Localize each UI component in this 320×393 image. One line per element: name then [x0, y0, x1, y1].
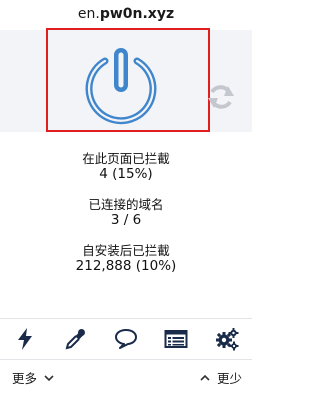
more-button[interactable]: 更多 — [12, 368, 55, 387]
page-hostname: en.pw0n.xyz — [0, 0, 252, 28]
toolbar — [0, 318, 252, 360]
element-picker-button[interactable] — [60, 323, 92, 355]
refresh-icon[interactable] — [206, 82, 236, 112]
logger-button[interactable] — [160, 323, 192, 355]
domains-connected-label: 已连接的域名 — [88, 197, 164, 212]
gears-icon — [215, 328, 239, 351]
eyedropper-icon — [65, 329, 85, 350]
blocked-on-page-label: 在此页面已拦截 — [82, 151, 170, 166]
hostname-domain: pw0n.xyz — [99, 6, 175, 22]
blocked-since-install-label: 自安装后已拦截 — [82, 243, 170, 258]
speech-bubble-icon — [114, 329, 137, 349]
lightning-icon — [18, 328, 33, 350]
hostname-prefix: en. — [77, 6, 100, 22]
chevron-down-icon — [44, 374, 54, 381]
footer: 更多 更少 — [0, 362, 252, 393]
chevron-up-icon — [200, 374, 210, 381]
ublock-popup: en.pw0n.xyz 在此页面已拦截 4 (15%) 已连接的域名 3 / 6… — [0, 0, 252, 393]
blocked-since-install-value: 212,888 (10%) — [75, 258, 177, 274]
toggle-popups-button[interactable] — [9, 323, 41, 355]
blocked-on-page-value: 4 (15%) — [99, 166, 153, 182]
less-label: 更少 — [216, 371, 242, 386]
report-issue-button[interactable] — [110, 323, 142, 355]
power-switch-icon[interactable] — [80, 46, 162, 128]
less-button[interactable]: 更少 — [199, 368, 242, 387]
more-label: 更多 — [12, 371, 38, 386]
domains-connected-value: 3 / 6 — [110, 212, 142, 228]
dashboard-button[interactable] — [211, 323, 243, 355]
logger-icon — [164, 330, 188, 348]
